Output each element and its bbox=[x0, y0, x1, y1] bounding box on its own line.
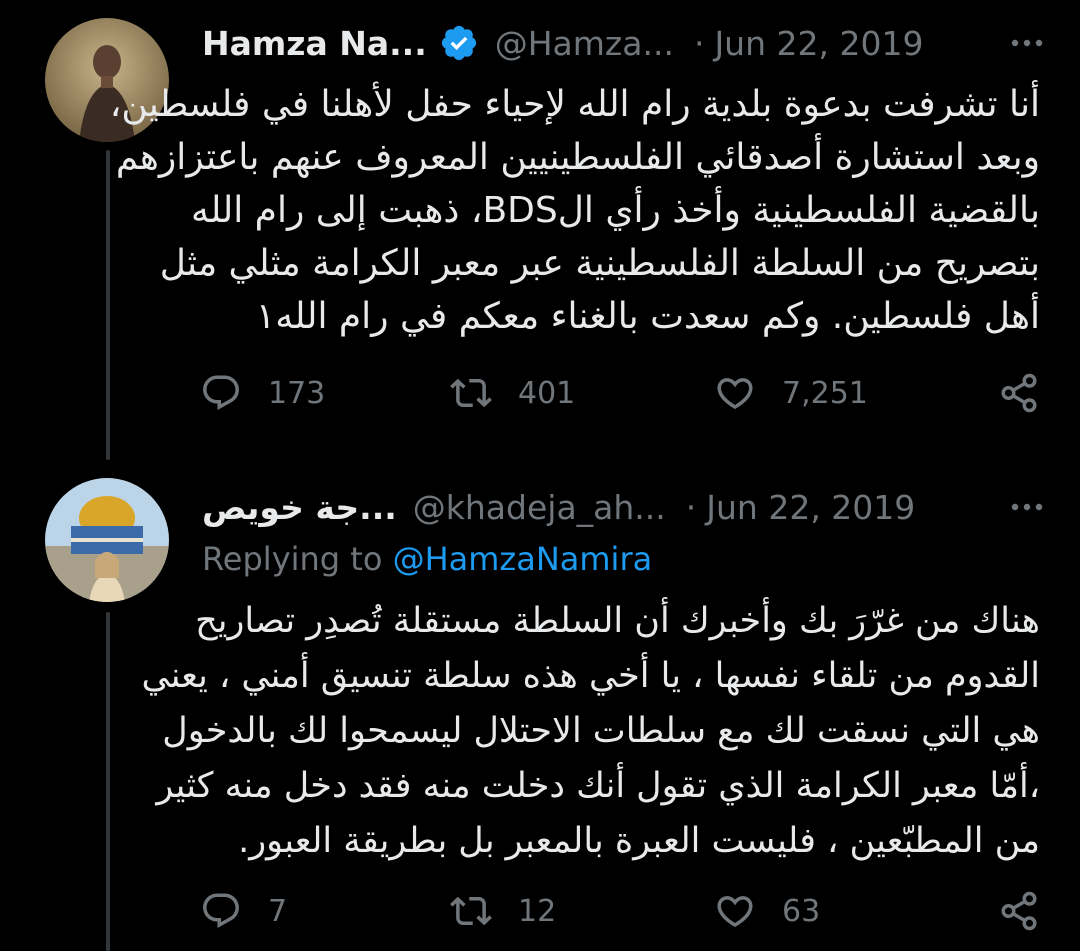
retweet-icon bbox=[450, 896, 492, 926]
like-button[interactable]: 7,251 bbox=[714, 368, 868, 418]
tweet-header: ...جة خويص @khadeja_ah... · Jun 22, 2019 bbox=[202, 484, 1050, 530]
tweet-text-line: بالقضية الفلسطينية وأخذ رأي الBDS، ذهبت … bbox=[191, 190, 1040, 231]
retweet-count: 401 bbox=[518, 375, 576, 411]
reply-button[interactable]: 7 bbox=[200, 886, 287, 936]
tweet-text: هناك من غرّرَ بك وأخبرك أن السلطة مستقلة… bbox=[141, 594, 1040, 869]
reply-icon bbox=[203, 375, 239, 410]
share-button[interactable] bbox=[998, 886, 1040, 936]
avatar-photo bbox=[45, 478, 169, 602]
tweet-text-line: أهل فلسطين. وكم سعدت بالغناء معكم في رام… bbox=[255, 296, 1040, 337]
user-handle[interactable]: @Hamza... bbox=[495, 24, 674, 63]
share-button[interactable] bbox=[998, 368, 1040, 418]
verified-badge-icon bbox=[439, 23, 479, 63]
like-count: 63 bbox=[782, 893, 821, 929]
tweet-date[interactable]: Jun 22, 2019 bbox=[714, 24, 923, 63]
retweet-icon bbox=[450, 378, 492, 408]
tweet-actions: 173 401 7,251 bbox=[200, 368, 1040, 418]
tweet-text-line: ،أمّا معبر الكرامة الذي تقول أنك دخلت من… bbox=[156, 766, 1040, 806]
reply-icon bbox=[203, 893, 239, 928]
tweet-actions: 7 12 63 bbox=[200, 886, 1040, 936]
tweet-text-line: هناك من غرّرَ بك وأخبرك أن السلطة مستقلة… bbox=[195, 601, 1040, 641]
avatar[interactable] bbox=[45, 478, 169, 602]
like-button[interactable]: 63 bbox=[714, 886, 820, 936]
tweet-text-line: وبعد استشارة أصدقائي الفلسطينيين المعروف… bbox=[115, 137, 1040, 178]
user-handle[interactable]: @khadeja_ah... bbox=[413, 488, 666, 527]
separator-dot: · bbox=[693, 23, 705, 63]
reply-button[interactable]: 173 bbox=[200, 368, 325, 418]
tweet-date[interactable]: Jun 22, 2019 bbox=[706, 488, 915, 527]
separator-dot: · bbox=[685, 487, 697, 527]
reply-count: 7 bbox=[268, 893, 288, 929]
tweet-text-line: بتصريح من السلطة الفلسطينية عبر معبر الك… bbox=[159, 243, 1040, 284]
share-icon bbox=[1001, 373, 1037, 413]
like-icon bbox=[717, 378, 753, 410]
tweet-header: Hamza Na... @Hamza... · Jun 22, 2019 bbox=[202, 20, 1050, 66]
tweet-text: أنا تشرفت بدعوة بلدية رام الله لإحياء حف… bbox=[109, 78, 1040, 343]
replying-to-label: Replying to bbox=[202, 540, 383, 578]
more-icon[interactable] bbox=[1010, 28, 1044, 58]
tweet[interactable]: Hamza Na... @Hamza... · Jun 22, 2019 أنا… bbox=[0, 0, 1080, 470]
replying-to-mention[interactable]: @HamzaNamira bbox=[393, 540, 653, 578]
like-icon bbox=[717, 896, 753, 928]
tweet-text-line: القدوم من تلقاء نفسها ، يا أخي هذه سلطة … bbox=[141, 656, 1040, 696]
like-count: 7,251 bbox=[782, 375, 868, 411]
share-icon bbox=[1001, 891, 1037, 931]
tweet[interactable]: ...جة خويص @khadeja_ah... · Jun 22, 2019… bbox=[0, 470, 1080, 951]
replying-to: Replying to @HamzaNamira bbox=[202, 540, 652, 578]
reply-count: 173 bbox=[268, 375, 326, 411]
display-name[interactable]: Hamza Na... bbox=[202, 24, 427, 63]
retweet-button[interactable]: 12 bbox=[450, 886, 556, 936]
tweet-text-line: أنا تشرفت بدعوة بلدية رام الله لإحياء حف… bbox=[109, 84, 1040, 125]
tweet-text-line: هي التي نسقت لك مع سلطات الاحتلال ليسمحو… bbox=[162, 711, 1040, 751]
display-name[interactable]: ...جة خويص bbox=[202, 488, 397, 527]
tweet-text-line: من المطبّعين ، فليست العبرة بالمعبر بل ب… bbox=[238, 821, 1040, 861]
retweet-count: 12 bbox=[518, 893, 557, 929]
retweet-button[interactable]: 401 bbox=[450, 368, 575, 418]
more-icon[interactable] bbox=[1010, 492, 1044, 522]
